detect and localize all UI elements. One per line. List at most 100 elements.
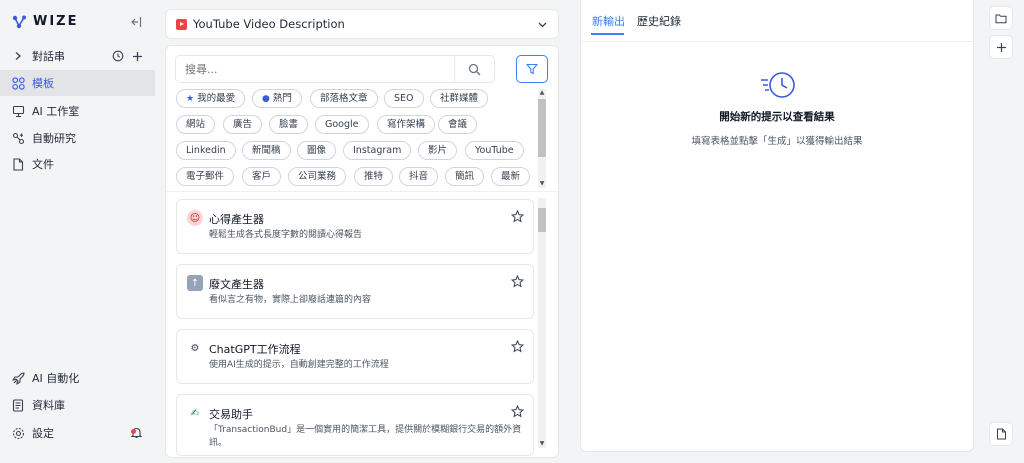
workflow-icon: ⚙ (190, 342, 200, 354)
tag-seo[interactable]: SEO (384, 89, 424, 108)
sidebar-item-ai-studio[interactable]: AI 工作室 (0, 98, 155, 124)
tag-list: ★ 我的最愛 ● 熱門 部落格文章 SEO 社群媒體 網站 廣告 臉書 Google… (175, 87, 533, 189)
search-icon (468, 63, 481, 75)
tag-instagram[interactable]: Instagram (343, 141, 412, 160)
tag-latest[interactable]: 最新 (491, 167, 531, 186)
sidebar-item-label: 自動研究 (32, 132, 76, 145)
sidebar-item-label: AI 工作室 (32, 105, 80, 118)
tag-facebook[interactable]: 臉書 (269, 115, 309, 134)
research-icon (11, 131, 25, 145)
template-card-description: 「TransactionBud」是一個實用的簡潔工具，提供關於模糊銀行交易的額外… (209, 425, 522, 448)
search-input[interactable] (176, 62, 456, 76)
tag-image[interactable]: 圖像 (297, 141, 337, 160)
tag-social-media[interactable]: 社群媒體 (430, 89, 489, 108)
flame-icon: ● (262, 94, 270, 104)
gear-icon (11, 426, 25, 440)
template-select[interactable]: YouTube Video Description (165, 9, 559, 39)
sidebar-item-label: 資料庫 (32, 399, 65, 412)
active-tab-indicator (591, 33, 624, 35)
empty-state-subtitle: 填寫表格並點擊「生成」以獲得輸出結果 (691, 136, 863, 147)
logo[interactable]: WIZE (12, 14, 78, 29)
rocket-icon (11, 371, 25, 385)
template-card[interactable]: ↑ 廢文產生器 看似言之有物，實際上卻廢話連篇的內容 (176, 264, 534, 319)
document-button[interactable] (989, 422, 1013, 446)
chevron-right-icon (11, 49, 25, 63)
sidebar-item-database[interactable]: 資料庫 (0, 392, 155, 418)
collapse-sidebar-icon[interactable] (130, 16, 142, 28)
tag-scrollbar[interactable]: ▲ ▼ (538, 89, 546, 188)
tag-email[interactable]: 電子郵件 (176, 167, 235, 186)
empty-state-title: 開始新的提示以查看結果 (719, 111, 835, 123)
card-scrollbar[interactable]: ▼ (538, 198, 546, 448)
tab-divider (581, 41, 973, 42)
tag-youtube[interactable]: YouTube (465, 141, 524, 160)
template-card-description: 使用AI生成的提示，自動創建完整的工作流程 (209, 360, 389, 370)
filter-button[interactable] (516, 55, 548, 83)
sidebar-item-ai-automation[interactable]: AI 自動化 (0, 365, 155, 391)
arrow-up-icon: ↑ (187, 275, 203, 291)
tab-history[interactable]: 歷史紀錄 (637, 13, 681, 29)
folder-button[interactable] (989, 6, 1013, 30)
sidebar-item-templates[interactable]: 模板 (0, 70, 155, 96)
tag-meeting[interactable]: 會議 (438, 115, 478, 134)
sidebar-item-documents[interactable]: 文件 (0, 151, 155, 177)
tag-sms[interactable]: 簡訊 (445, 167, 485, 186)
tag-tiktok[interactable]: 抖音 (399, 167, 439, 186)
tag-blog-post[interactable]: 部落格文章 (310, 89, 378, 108)
plus-icon (996, 42, 1006, 52)
template-card[interactable]: ⚙ ChatGPT工作流程 使用AI生成的提示，自動創建完整的工作流程 (176, 329, 534, 384)
filter-icon (526, 63, 538, 75)
conversations-toggle[interactable]: 對話串 (0, 43, 155, 69)
star-icon[interactable] (511, 210, 524, 223)
template-card[interactable]: ✍ 交易助手 「TransactionBud」是一個實用的簡潔工具，提供關於模糊… (176, 394, 534, 456)
template-panel: ★我的最愛 ●熱門 部落格文章 SEO 社群媒體 網站 廣告 臉書 Google… (165, 45, 559, 458)
tag-label: 我的最愛 (197, 93, 236, 104)
logo-text: WIZE (33, 14, 79, 29)
sidebar-item-label: AI 自動化 (32, 372, 80, 385)
tag-google[interactable]: Google (315, 115, 369, 134)
face-icon: ☺ (187, 210, 203, 226)
handshake-icon: ✍ (190, 407, 200, 419)
tag-website[interactable]: 網站 (176, 115, 216, 134)
sidebar-item-settings[interactable]: 設定 (0, 420, 155, 446)
grid-icon (11, 76, 25, 90)
sidebar-item-auto-research[interactable]: 自動研究 (0, 125, 155, 151)
tag-ads[interactable]: 廣告 (223, 115, 263, 134)
database-icon (11, 398, 25, 412)
notification-bell[interactable] (130, 426, 144, 440)
youtube-icon (176, 18, 187, 30)
notification-dot (131, 429, 136, 434)
tag-popular[interactable]: ● 熱門 (252, 89, 302, 108)
tag-video[interactable]: 影片 (418, 141, 458, 160)
tag-twitter[interactable]: 推特 (354, 167, 394, 186)
template-card[interactable]: ☺ 心得產生器 輕鬆生成各式長度字數的閱讀心得報告 (176, 199, 534, 254)
add-conversation-icon[interactable] (132, 51, 143, 62)
output-panel: 新輸出 歷史紀錄 開始新的提示以查看結果 填寫表格並點擊「生成」以獲得輸出結果 (580, 0, 974, 452)
tag-customer[interactable]: 客戶 (242, 167, 282, 186)
scroll-down-icon[interactable]: ▼ (538, 180, 546, 188)
studio-icon (11, 104, 25, 118)
tag-favorites[interactable]: ★ 我的最愛 (176, 89, 246, 108)
tab-new-output[interactable]: 新輸出 (592, 13, 625, 29)
star-icon[interactable] (511, 340, 524, 353)
tag-press-release[interactable]: 新聞稿 (242, 141, 291, 160)
add-button[interactable] (989, 35, 1013, 59)
card-scroll-thumb[interactable] (538, 208, 546, 232)
scroll-down-icon[interactable]: ▼ (538, 440, 546, 448)
template-card-title: ChatGPT工作流程 (209, 343, 301, 356)
scroll-up-icon[interactable]: ▲ (538, 89, 546, 97)
folder-icon (995, 14, 1007, 23)
chevron-down-icon (538, 22, 547, 28)
sidebar-item-label: 設定 (32, 427, 54, 440)
star-icon[interactable] (511, 405, 524, 418)
tag-writing-framework[interactable]: 寫作架構 (377, 115, 436, 134)
tag-scroll-thumb[interactable] (538, 99, 546, 157)
tag-business[interactable]: 公司業務 (288, 167, 347, 186)
template-card-description: 輕鬆生成各式長度字數的閱讀心得報告 (209, 230, 363, 240)
search-button[interactable] (454, 56, 494, 82)
tag-linkedin[interactable]: Linkedin (176, 141, 236, 160)
star-icon[interactable] (511, 275, 524, 288)
history-icon[interactable] (112, 50, 124, 62)
star-filled-icon: ★ (186, 94, 195, 104)
sidebar: WIZE 對話串 模板 AI 工作室 自動研究 文件 AI 自動化 資料庫 設定 (0, 0, 155, 463)
